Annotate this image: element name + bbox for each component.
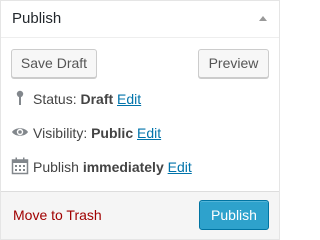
visibility-value: Public	[91, 125, 134, 141]
major-publishing-actions: Move to Trash Publish	[1, 191, 279, 239]
visibility-edit-link[interactable]: Edit	[137, 125, 161, 141]
publish-panel: Publish Save Draft Preview Status: Draft…	[0, 0, 280, 240]
schedule-edit-link[interactable]: Edit	[168, 159, 192, 175]
panel-header[interactable]: Publish	[1, 1, 279, 38]
save-draft-button[interactable]: Save Draft	[11, 49, 97, 78]
visibility-row: Visibility: Public Edit	[11, 123, 161, 142]
pin-icon	[11, 89, 29, 107]
preview-button[interactable]: Preview	[198, 49, 269, 78]
eye-icon	[11, 123, 29, 141]
publish-button[interactable]: Publish	[199, 200, 269, 230]
status-edit-link[interactable]: Edit	[117, 91, 141, 107]
schedule-row: Publish immediately Edit	[11, 157, 192, 176]
collapse-toggle-icon[interactable]	[259, 16, 267, 21]
schedule-label: Publish	[33, 159, 79, 175]
status-row: Status: Draft Edit	[11, 89, 141, 108]
schedule-value: immediately	[82, 159, 164, 175]
status-value: Draft	[80, 91, 114, 107]
panel-title: Publish	[12, 10, 62, 27]
visibility-label: Visibility:	[33, 125, 88, 141]
status-label: Status:	[33, 91, 77, 107]
move-to-trash-link[interactable]: Move to Trash	[13, 207, 102, 223]
calendar-icon	[11, 157, 29, 175]
